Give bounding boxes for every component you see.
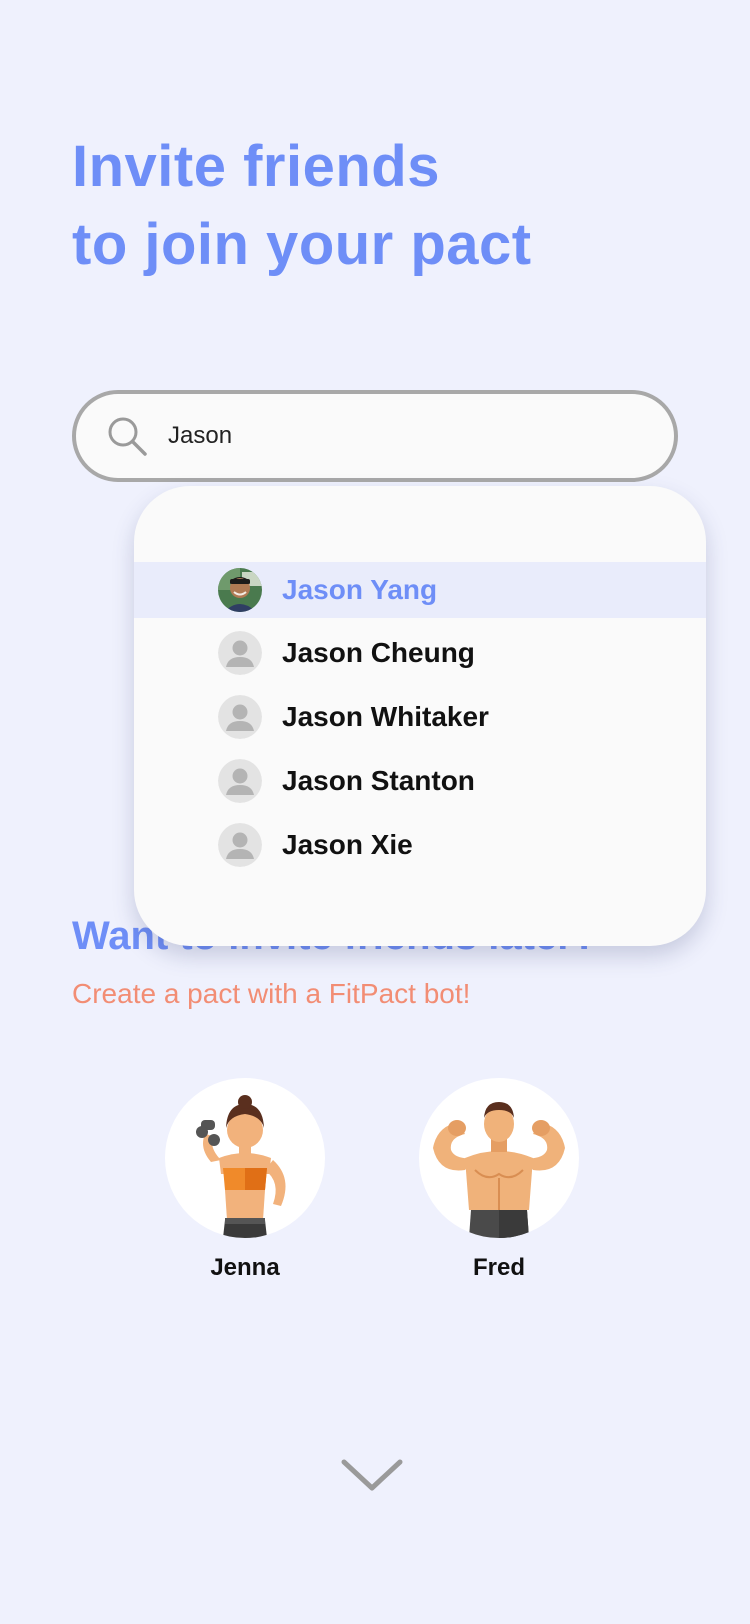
result-item-jason-cheung[interactable]: Jason Cheung xyxy=(134,625,706,681)
result-name: Jason Cheung xyxy=(282,637,475,668)
bot-name-fred: Fred xyxy=(472,1254,525,1281)
result-name: Jason Stanton xyxy=(282,765,475,796)
result-name: Jason Xie xyxy=(282,829,413,860)
result-item-jason-whitaker[interactable]: Jason Whitaker xyxy=(134,689,706,745)
default-user-icon xyxy=(218,823,262,867)
default-user-icon xyxy=(218,631,262,675)
result-item-jason-stanton[interactable]: Jason Stanton xyxy=(134,753,706,809)
search-input[interactable]: Jason xyxy=(168,422,232,450)
bot-jenna[interactable]: Jenna xyxy=(165,1078,325,1282)
title-line-1: Invite friends xyxy=(72,134,440,199)
bot-fred[interactable]: Fred xyxy=(419,1078,579,1282)
result-item-jason-yang[interactable]: Jason Yang xyxy=(134,562,706,618)
chevron-down-icon[interactable] xyxy=(340,1456,404,1496)
title-line-2: to join your pact xyxy=(72,212,532,277)
search-icon xyxy=(106,413,152,459)
search-results-dropdown: Jason Yang Jason Cheung Jason Whitaker J… xyxy=(134,486,706,946)
result-name: Jason Whitaker xyxy=(282,701,489,732)
page-title: Invite friends to join your pact xyxy=(72,128,532,284)
default-user-icon xyxy=(218,759,262,803)
search-field[interactable]: Jason xyxy=(72,390,678,482)
bot-name-jenna: Jenna xyxy=(210,1254,280,1281)
default-user-icon xyxy=(218,695,262,739)
bot-avatar-jenna[interactable] xyxy=(165,1078,325,1238)
avatar xyxy=(218,568,262,612)
result-name: Jason Yang xyxy=(282,574,438,605)
bot-avatar-fred[interactable] xyxy=(419,1078,579,1238)
invite-later-subtitle: Create a pact with a FitPact bot! xyxy=(72,978,471,1009)
invite-friends-screen: Invite friends to join your pact Jason J… xyxy=(0,0,750,1624)
result-item-jason-xie[interactable]: Jason Xie xyxy=(134,817,706,873)
